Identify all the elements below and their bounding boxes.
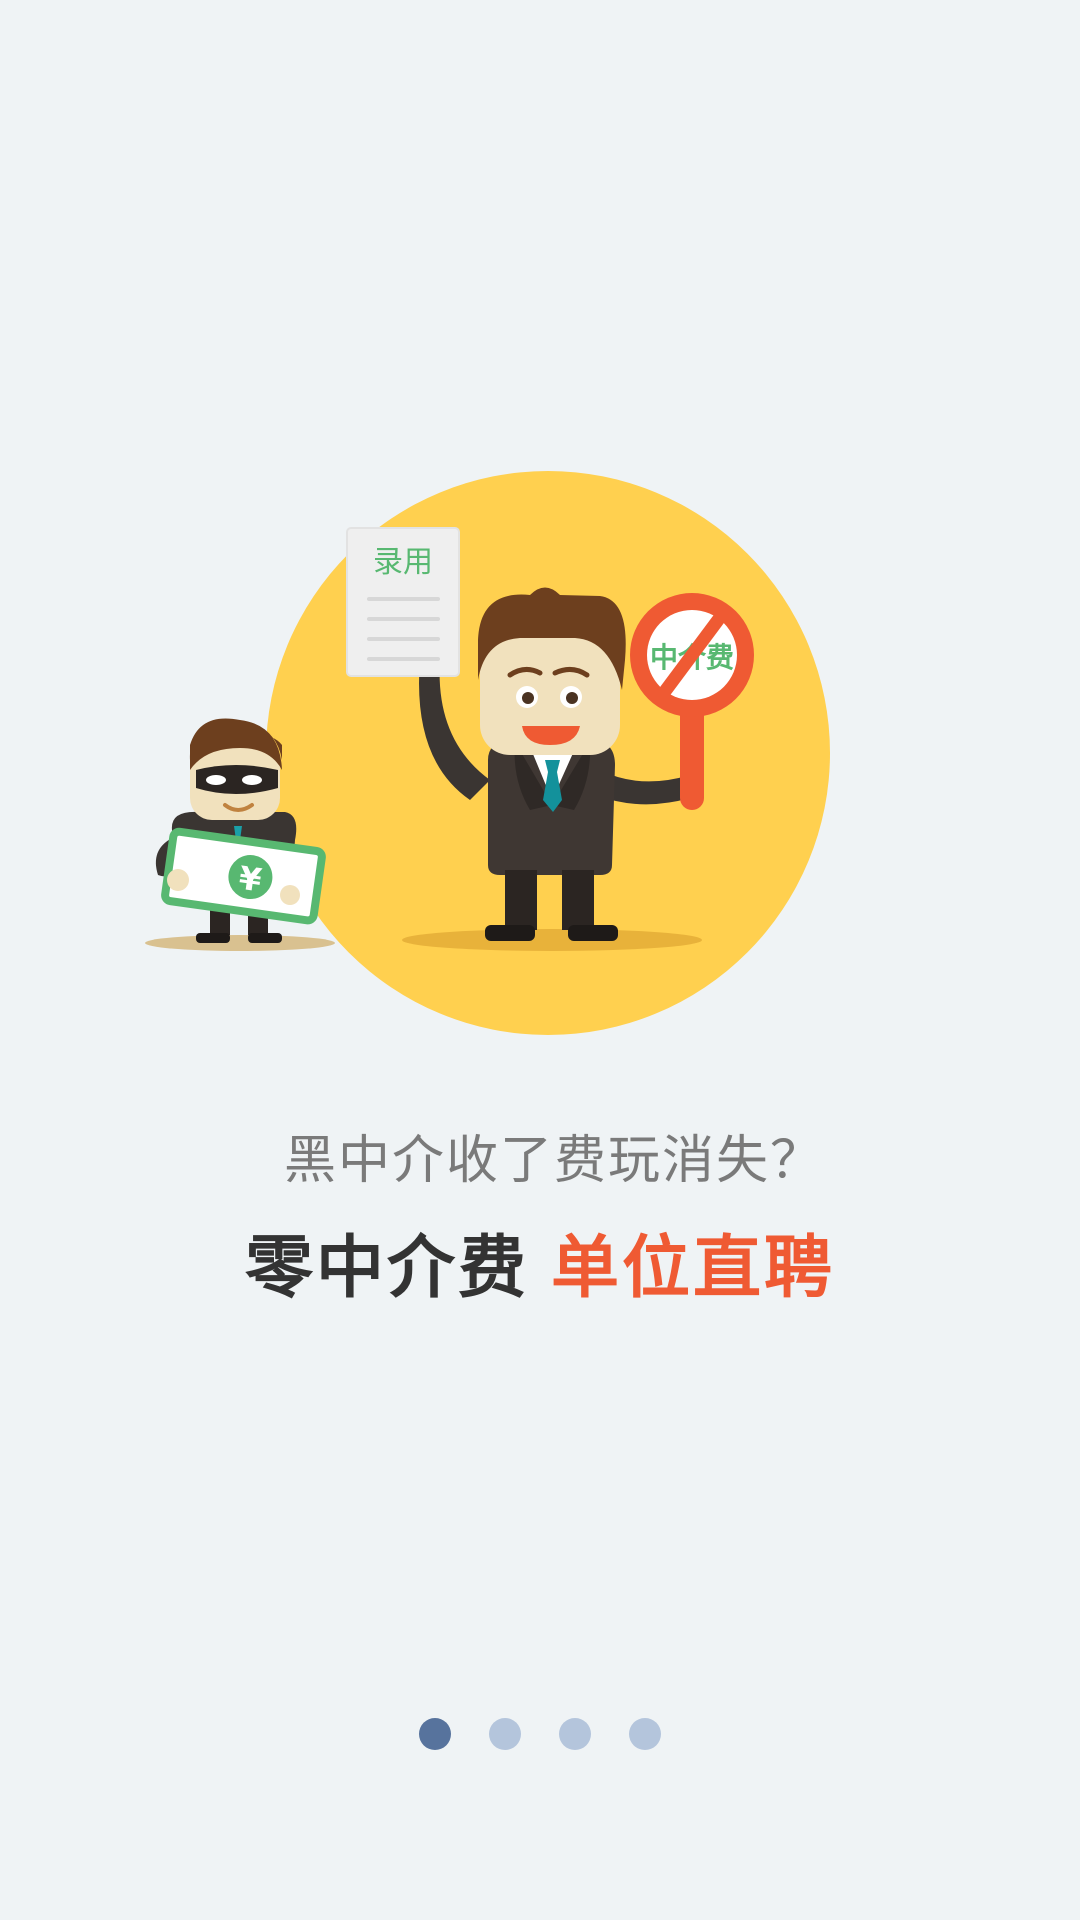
paper-label: 录用 [373, 545, 433, 580]
slogan-no-fee: 零中介费 [244, 1229, 529, 1308]
page-dot-1[interactable] [419, 1718, 451, 1750]
page-dot-2[interactable] [489, 1718, 521, 1750]
hire-paper: 录用 [346, 527, 460, 677]
headline-question: 黑中介收了费玩消失？ [283, 1131, 824, 1191]
slogan-direct-hire: 单位直聘 [551, 1229, 836, 1308]
page-dot-3[interactable] [559, 1718, 591, 1750]
ground-shadow [402, 929, 702, 951]
page-dot-4[interactable] [629, 1718, 661, 1750]
headline-slogan: 零中介费 单位直聘 [0, 1212, 1080, 1311]
onboarding-illustration: ¥ 录用 [145, 471, 830, 1035]
page-indicator [0, 1718, 1080, 1750]
